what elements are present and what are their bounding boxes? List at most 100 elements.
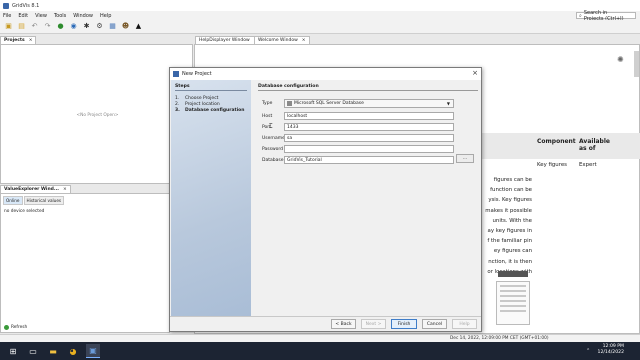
taskbar-clock[interactable]: 12:09 PM 12/14/2022 [598,344,624,356]
password-label: Password [262,147,284,152]
search-field[interactable]: ⌕ Search in Projects (Ctrl+I) [576,10,636,22]
tab-help-displayer-label: HelpDisplayer Window [199,38,250,43]
os-taskbar: ⊞ ▭ ▬ ◕ ▣ ⌃ 12:09 PM 12/14/2022 [0,342,640,360]
steps-panel: Steps 1. Choose Project 2. Project locatio… [171,80,251,316]
menu-file[interactable]: File [3,13,11,19]
tab-welcome[interactable]: Welcome Window × [254,36,310,44]
type-value: Microsoft SQL Server Database [294,101,364,106]
back-button[interactable]: < Back [331,319,356,329]
refresh-label: Refresh [11,325,28,330]
value-explorer-subtabs: Online Historical values [3,196,65,205]
task-view-icon[interactable]: ▭ [26,344,40,358]
doc-line: units. With the [492,217,532,224]
menu-help[interactable]: Help [100,13,111,19]
status-icon[interactable]: ◉ [68,22,79,32]
connect-icon[interactable]: ● [55,22,66,32]
new-project-dialog: New Project × Steps 1. Choose Project 2. P… [169,67,482,332]
screenshot-thumbnail-header [498,271,528,277]
steps-title: Steps [175,84,190,89]
table-header-row [482,133,640,159]
new-project-icon[interactable]: ▣ [3,22,14,32]
database-icon [287,101,292,106]
network-icon[interactable]: ✱ [81,22,92,32]
chart-icon[interactable]: ▦ [107,22,118,32]
step-label: Project location [185,102,220,107]
menu-tools[interactable]: Tools [54,13,66,19]
close-icon[interactable]: × [302,38,306,43]
subtab-online[interactable]: Online [3,196,23,205]
undo-icon[interactable]: ↶ [29,22,40,32]
tab-projects[interactable]: Projects × [0,36,37,44]
section-title: Database configuration [258,84,319,89]
chrome-icon[interactable]: ◕ [66,344,80,358]
refresh-button[interactable]: Refresh [4,325,27,330]
step-item-current: 3. Database configuration [175,108,244,113]
system-tray-icon[interactable]: ⌃ [586,348,590,354]
dialog-titlebar: New Project × [170,68,481,80]
main-toolbar: ▣ ▤ ↶ ↷ ● ◉ ✱ ⚙ ▦ ☻ ▲ [0,20,640,34]
database-label: Database [262,158,284,163]
password-field[interactable] [284,145,454,153]
doc-line: ysis. Key figures [488,197,532,204]
database-field[interactable]: GridVis_Tutorial [284,156,454,164]
screenshot-thumbnail [496,281,530,325]
chevron-down-icon: ▼ [446,101,450,106]
menu-edit[interactable]: Edit [18,13,28,19]
next-button[interactable]: Next > [361,319,386,329]
redo-icon[interactable]: ↷ [42,22,53,32]
close-icon[interactable]: × [29,38,33,43]
taskbar-date: 12/14/2022 [597,350,624,355]
subtab-historical[interactable]: Historical values [23,196,65,205]
users-icon[interactable]: ☻ [120,22,131,32]
vertical-scrollbar[interactable] [634,51,639,77]
doc-line: nction, it is then [488,258,532,265]
menu-view[interactable]: View [35,13,47,19]
settings-icon[interactable]: ⚙ [94,22,105,32]
tab-help-displayer[interactable]: HelpDisplayer Window × [195,36,262,44]
cell-component: Key figures [537,162,567,168]
doc-line: figures can be [493,177,532,183]
col-component: Component [537,138,576,145]
status-timestamp: Dec 14, 2022, 12:09:00 PM CET (GMT+01:00… [450,336,549,341]
window-titlebar: GridVis 8.1 [0,0,640,11]
dialog-title: New Project [182,71,212,77]
host-label: Host [262,114,273,119]
windows-start-icon[interactable]: ⊞ [6,344,20,358]
type-select[interactable]: Microsoft SQL Server Database ▼ [284,99,454,108]
doc-line: ay key figures in [487,228,532,235]
menu-window[interactable]: Window [73,13,93,19]
doc-body-text: figures can be function can be ysis. Key… [482,175,532,277]
cancel-button[interactable]: Cancel [422,319,447,329]
step-label: Choose Project [185,96,219,101]
loading-spinner-icon: ✺ [617,55,624,64]
close-icon[interactable]: × [472,69,478,77]
graduation-cap-icon[interactable]: ▲ [133,22,144,32]
doc-line: makes it possible [485,207,532,214]
mouse-cursor-icon: ⌶ [269,123,273,130]
username-field[interactable]: sa [284,134,454,142]
help-button[interactable]: Help [452,319,477,329]
step-label: Database configuration [185,108,245,113]
no-device-text: no device selected [4,209,45,214]
divider [170,316,481,317]
close-icon[interactable]: × [63,187,67,192]
projects-panel: <No Project Open> [0,44,193,184]
browse-button[interactable]: ... [456,154,474,163]
value-explorer-panel: Online Historical values no device selec… [0,193,170,333]
tab-welcome-label: Welcome Window [258,38,298,43]
finish-button[interactable]: Finish [391,319,417,329]
app-icon [3,2,9,9]
doc-line: function can be [490,187,532,194]
port-field[interactable]: 1433 [284,123,454,131]
gridvis-taskbar-icon[interactable]: ▣ [86,344,100,358]
step-item: 2. Project location [175,102,220,107]
host-field[interactable]: localhost [284,112,454,120]
file-explorer-icon[interactable]: ▬ [46,344,60,358]
window-title: GridVis 8.1 [12,2,40,9]
step-item: 1. Choose Project [175,96,218,101]
menu-bar: File Edit View Tools Window Help ⌕ Searc… [0,10,640,22]
tab-value-explorer[interactable]: ValueExplorer Wind... × [0,185,71,193]
step-number: 1. [175,96,180,101]
divider [258,90,478,91]
open-project-icon[interactable]: ▤ [16,22,27,32]
